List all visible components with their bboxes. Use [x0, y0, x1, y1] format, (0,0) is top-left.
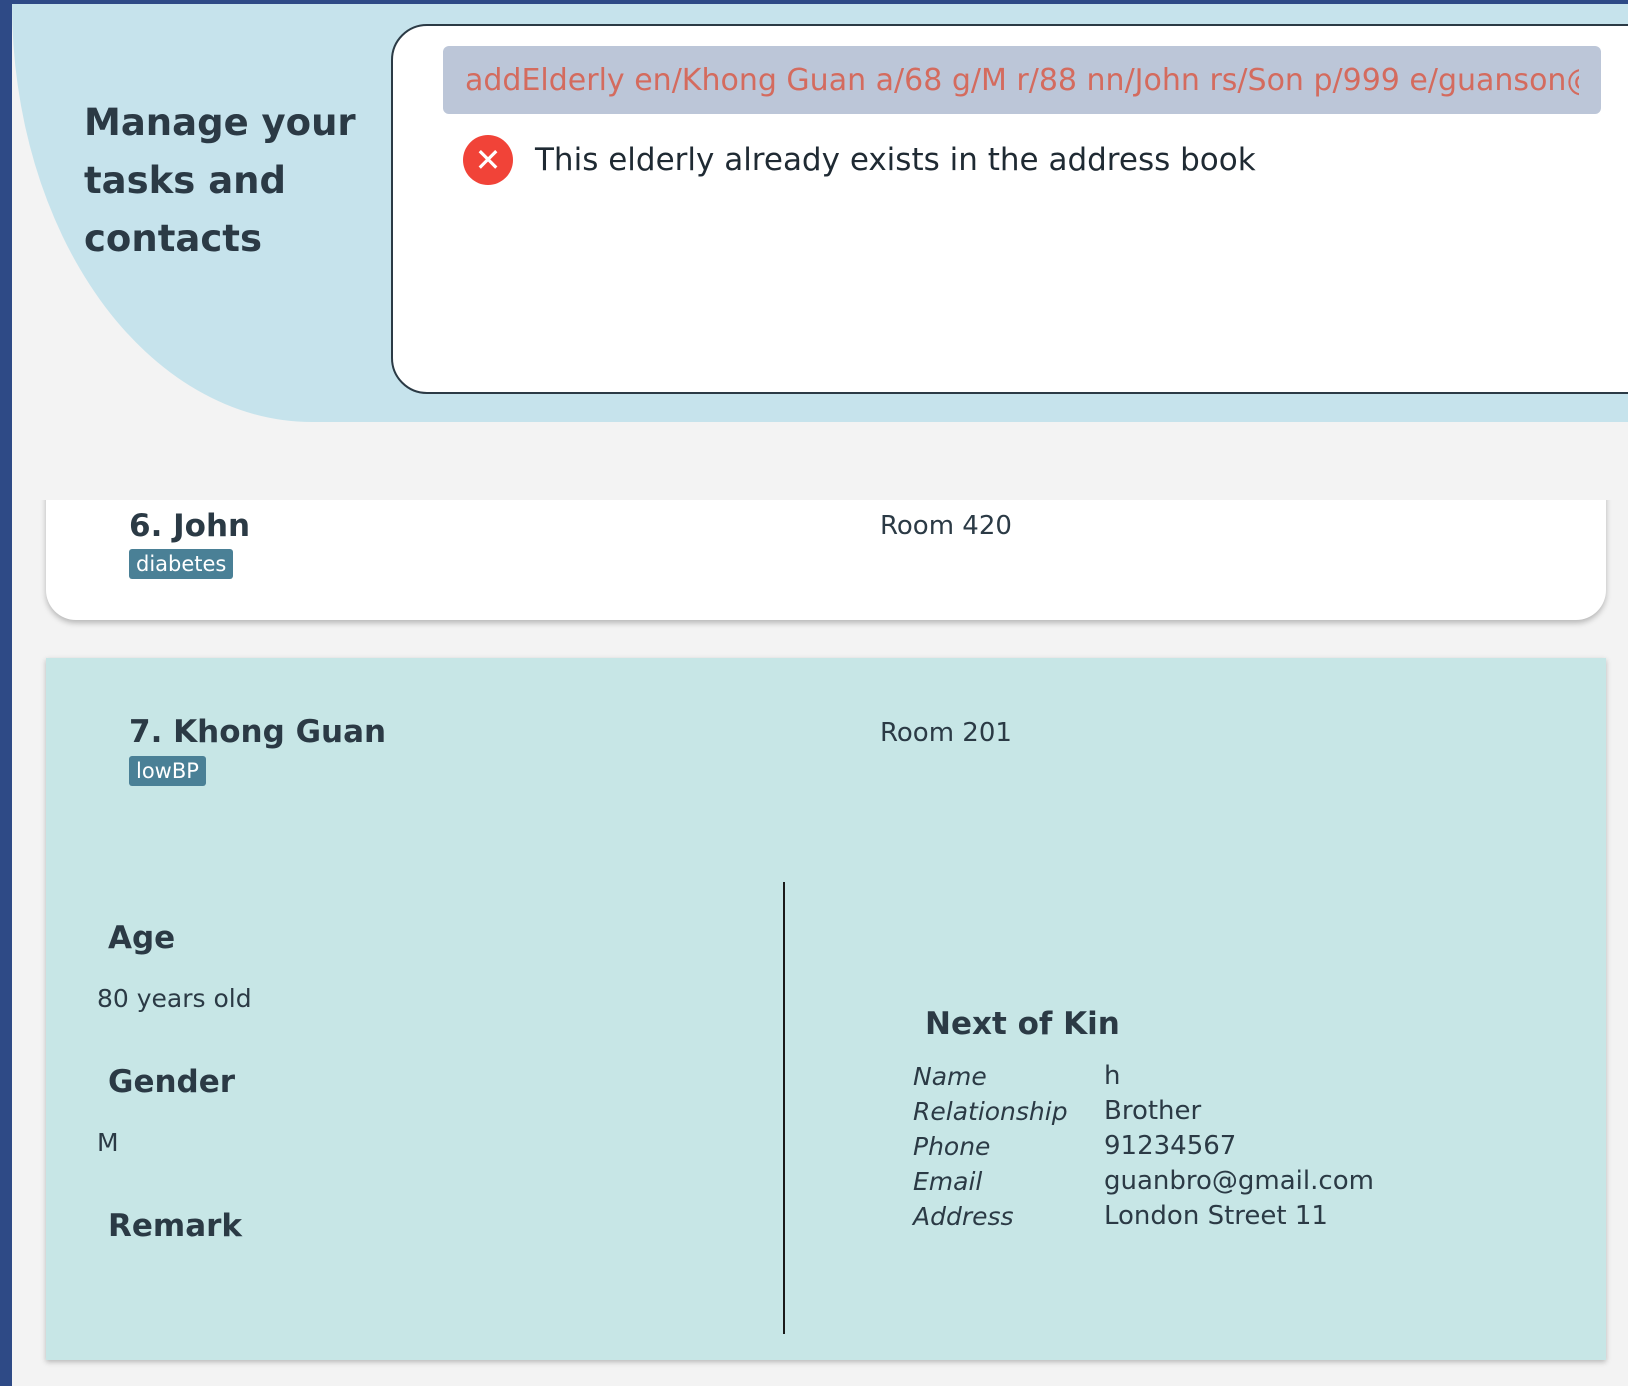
age-heading: Age — [108, 920, 176, 956]
gender-heading: Gender — [108, 1064, 236, 1100]
kin-phone-value: 91234567 — [1104, 1131, 1237, 1161]
kin-email-label: Email — [913, 1167, 983, 1196]
kin-name-label: Name — [913, 1062, 987, 1091]
elderly-name: 7. Khong Guan — [129, 714, 387, 750]
result-message: This elderly already exists in the addre… — [535, 142, 1256, 178]
next-of-kin-heading: Next of Kin — [925, 1006, 1120, 1042]
command-panel: ✕ This elderly already exists in the add… — [391, 24, 1628, 394]
age-value: 80 years old — [97, 984, 252, 1013]
elderly-card-john[interactable]: 6. John Room 420 diabetes — [46, 500, 1606, 620]
kin-email-value: guanbro@gmail.com — [1104, 1166, 1374, 1196]
error-icon: ✕ — [463, 135, 513, 185]
kin-address-label: Address — [913, 1202, 1014, 1231]
command-input[interactable] — [443, 46, 1601, 114]
kin-relationship-label: Relationship — [913, 1097, 1068, 1126]
window-left-border — [0, 0, 12, 1386]
page-title: Manage your tasks and contacts — [84, 101, 356, 260]
elderly-card-khong-guan[interactable]: 7. Khong Guan Room 201 lowBP Age 80 year… — [46, 658, 1606, 1360]
elderly-list[interactable]: 6. John Room 420 diabetes 7. Khong Guan … — [12, 500, 1628, 1386]
elderly-name: 6. John — [129, 508, 251, 544]
tag-lowbp: lowBP — [129, 756, 206, 786]
kin-relationship-value: Brother — [1104, 1096, 1202, 1126]
kin-name-value: h — [1104, 1061, 1121, 1091]
kin-phone-label: Phone — [913, 1132, 991, 1161]
kin-address-value: London Street 11 — [1104, 1201, 1328, 1231]
remark-heading: Remark — [108, 1208, 243, 1244]
details-divider — [783, 882, 785, 1334]
elderly-room: Room 201 — [880, 718, 1012, 748]
gender-value: M — [97, 1128, 119, 1157]
result-display: ✕ This elderly already exists in the add… — [463, 134, 1256, 186]
elderly-room: Room 420 — [880, 511, 1012, 541]
tag-diabetes: diabetes — [129, 549, 234, 579]
